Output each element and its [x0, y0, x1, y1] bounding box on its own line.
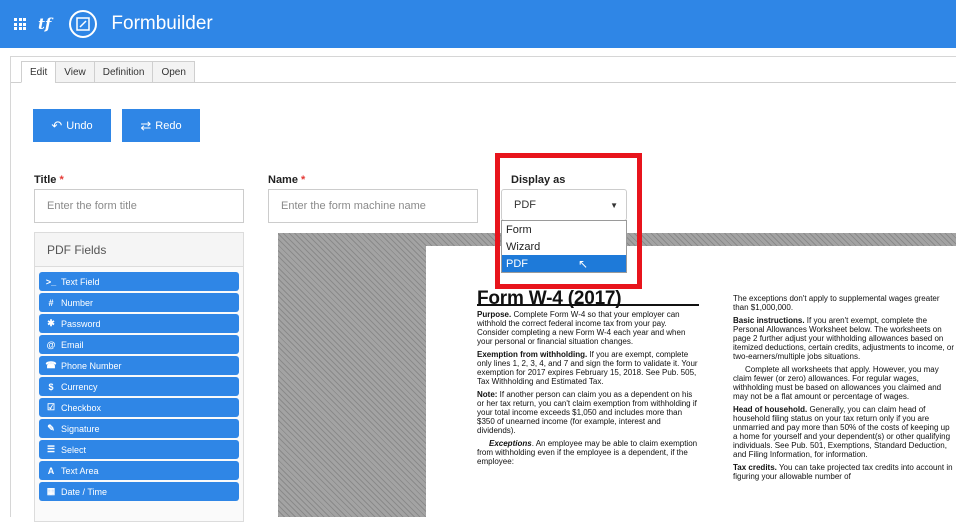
at-icon: @ — [46, 339, 56, 350]
redo-button[interactable]: ⇄ Redo — [122, 109, 200, 142]
field-text-area[interactable]: A Text Area — [39, 461, 239, 480]
field-text-field[interactable]: >_ Text Field — [39, 272, 239, 291]
field-currency[interactable]: $ Currency — [39, 377, 239, 396]
name-input[interactable]: Enter the form machine name — [268, 189, 478, 223]
checkbox-icon: ☑ — [46, 402, 56, 412]
list-icon: ☰ — [46, 444, 56, 454]
doc-paragraph: Exceptions. An employee may be able to c… — [477, 439, 698, 466]
apps-grid-icon[interactable] — [14, 18, 26, 30]
field-select[interactable]: ☰ Select — [39, 440, 239, 459]
dollar-icon: $ — [48, 381, 54, 392]
pdf-fields-heading: PDF Fields — [35, 233, 243, 267]
tab-bar: Edit View Definition Open — [21, 61, 195, 83]
font-icon: A — [47, 465, 55, 476]
tab-definition[interactable]: Definition — [93, 61, 154, 83]
field-number[interactable]: # Number — [39, 293, 239, 312]
field-phone-number[interactable]: ☎ Phone Number — [39, 356, 239, 375]
field-password[interactable]: ✱ Password — [39, 314, 239, 333]
doc-paragraph: Basic instructions. If you aren't exempt… — [733, 316, 954, 361]
top-bar: tf Formbuilder — [0, 0, 956, 48]
formbuilder-app-icon — [69, 10, 98, 38]
required-marker: * — [59, 174, 64, 186]
required-marker: * — [301, 174, 306, 186]
tab-view[interactable]: View — [55, 61, 95, 83]
field-email[interactable]: @ Email — [39, 335, 239, 354]
tab-edit[interactable]: Edit — [21, 61, 57, 83]
tab-open[interactable]: Open — [152, 61, 195, 83]
asterisk-icon: ✱ — [47, 318, 55, 328]
undo-button[interactable]: ↶ Undo — [33, 109, 111, 142]
phone-icon: ☎ — [45, 360, 57, 370]
brand-logo[interactable]: tf — [38, 15, 51, 33]
title-label: Title * — [34, 174, 64, 186]
calendar-icon: ▦ — [46, 486, 56, 496]
redo-label: Redo — [155, 119, 182, 132]
field-signature[interactable]: ✎ Signature — [39, 419, 239, 438]
pen-icon: ✎ — [47, 423, 55, 433]
highlight-box — [495, 153, 642, 289]
doc-paragraph: Note: If another person can claim you as… — [477, 390, 697, 435]
undo-label: Undo — [66, 119, 93, 132]
hash-icon: # — [48, 297, 54, 308]
document-title: Form W-4 (2017) — [477, 289, 699, 308]
field-date-time[interactable]: ▦ Date / Time — [39, 482, 239, 501]
document-left-column: Form W-4 (2017) Purpose. Complete Form W… — [477, 289, 699, 470]
title-input[interactable]: Enter the form title — [34, 189, 244, 223]
doc-paragraph: Tax credits. You can take projected tax … — [733, 463, 953, 481]
redo-icon: ⇄ — [140, 117, 152, 133]
pdf-fields-panel: PDF Fields >_ Text Field # Number ✱ Passwor… — [34, 232, 244, 522]
editor-frame: Edit View Definition Open ↶ Undo ⇄ Redo … — [10, 56, 956, 522]
document-right-column: The exceptions don't apply to supplement… — [733, 294, 955, 485]
doc-paragraph: Exemption from withholding. If you are e… — [477, 350, 698, 386]
doc-paragraph: The exceptions don't apply to supplement… — [733, 294, 940, 312]
undo-icon: ↶ — [51, 117, 63, 133]
doc-paragraph: Head of household. Generally, you can cl… — [733, 405, 951, 459]
name-label: Name * — [268, 174, 306, 186]
field-checkbox[interactable]: ☑ Checkbox — [39, 398, 239, 417]
doc-paragraph: Purpose. Complete Form W-4 so that your … — [477, 310, 686, 346]
doc-paragraph: Complete all worksheets that apply. Howe… — [733, 365, 942, 401]
app-title: Formbuilder — [111, 13, 213, 34]
terminal-icon: >_ — [45, 276, 57, 287]
